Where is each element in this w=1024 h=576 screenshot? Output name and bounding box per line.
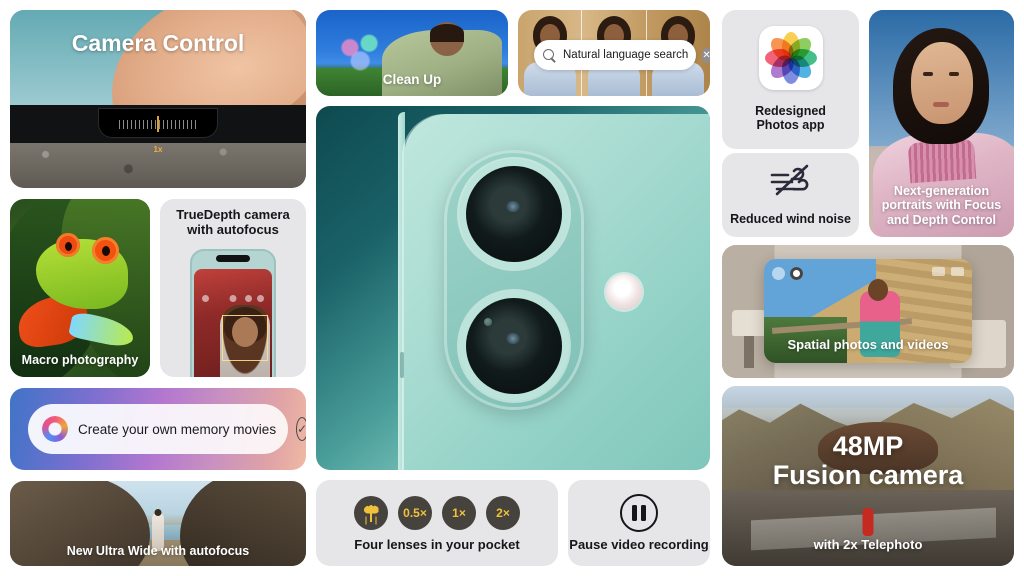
photos-petals	[764, 32, 817, 84]
caption-ultra-wide: New Ultra Wide with autofocus	[66, 543, 250, 558]
zoom-level-label: 1x	[153, 145, 163, 154]
card-photos-app[interactable]: Redesigned Photos app	[722, 10, 859, 149]
lens-button-macro[interactable]	[354, 496, 388, 530]
microphone-icon	[484, 318, 492, 326]
filters-icon[interactable]	[245, 295, 252, 302]
feature-grid: 1x Camera Control Macro photography True…	[0, 0, 1024, 576]
subject-collar	[907, 138, 977, 184]
subtitle-fusion-camera: with 2x Telephoto	[813, 537, 923, 552]
playback-controls-left[interactable]	[772, 267, 803, 280]
card-title-camera-control: Camera Control	[71, 30, 245, 56]
person-head	[868, 279, 888, 301]
card-portraits[interactable]: Next-generation portraits with Focus and…	[869, 10, 1014, 237]
caption-pause-recording: Pause video recording	[569, 536, 709, 552]
card-four-lenses[interactable]: 0.5× 1× 2× Four lenses in your pocket	[316, 480, 558, 566]
lens-button-2x[interactable]: 2×	[486, 496, 520, 530]
frog-pupil-right	[102, 246, 110, 256]
tulip-icon	[363, 505, 380, 522]
truedepth-line-1: TrueDepth camera	[176, 207, 290, 222]
memory-movies-text: Create your own memory movies	[78, 421, 277, 437]
wind-slash-icon	[770, 164, 808, 196]
sky-background	[722, 386, 1014, 408]
lens-button-1x[interactable]: 1×	[442, 496, 476, 530]
live-photo-icon[interactable]	[229, 295, 237, 302]
phone-mockup	[190, 249, 276, 377]
playback-controls-right[interactable]	[932, 267, 964, 276]
subject-lips	[933, 102, 949, 107]
card-camera-control[interactable]: 1x Camera Control	[10, 10, 306, 188]
lens-glint	[506, 200, 521, 212]
checkmark-circle-icon[interactable]: ✓	[296, 417, 306, 441]
label-truedepth: TrueDepth camera with autofocus	[160, 207, 306, 238]
search-icon	[543, 48, 556, 62]
label-photos-app: Redesigned Photos app	[722, 104, 859, 134]
caption-portraits: Next-generation portraits with Focus and…	[869, 184, 1014, 227]
phone-screen	[194, 269, 272, 377]
pause-bar	[641, 505, 646, 521]
fusion-title-line-2: Fusion camera	[772, 460, 964, 491]
camera-plateau	[444, 150, 584, 410]
pause-bar	[632, 505, 637, 521]
caption-four-lenses: Four lenses in your pocket	[354, 536, 520, 552]
zoom-slider-thumb[interactable]	[157, 116, 159, 132]
back-icon[interactable]	[772, 267, 785, 280]
flash-led	[606, 274, 642, 310]
subject-eye-right	[949, 72, 959, 76]
immersive-toggle-icon[interactable]	[790, 267, 803, 280]
settings-icon[interactable]	[257, 295, 264, 302]
card-truedepth-camera[interactable]: TrueDepth camera with autofocus	[160, 199, 306, 377]
pause-circle-icon[interactable]	[620, 494, 658, 532]
caption-macro: Macro photography	[21, 352, 139, 367]
lamp-base	[744, 334, 754, 368]
card-fusion-camera[interactable]: 48MP Fusion camera with 2x Telephoto	[722, 386, 1014, 566]
camera-lens-wide	[466, 166, 562, 262]
portraits-line-3: and Depth Control	[886, 212, 996, 227]
card-macro-photography[interactable]: Macro photography	[10, 199, 150, 377]
person-head	[154, 509, 162, 516]
title-fusion-camera: 48MP Fusion camera	[722, 431, 1014, 491]
card-ultra-wide[interactable]: New Ultra Wide with autofocus	[10, 481, 306, 566]
portraits-line-1: Next-generation	[893, 183, 990, 198]
card-wind-noise[interactable]: Reduced wind noise	[722, 153, 859, 237]
lens-selector[interactable]: 0.5× 1× 2×	[316, 496, 558, 530]
memory-movies-input[interactable]: Create your own memory movies ✓	[28, 404, 306, 454]
lamp-shade	[732, 310, 766, 336]
caption-clean-up: Clean Up	[382, 72, 442, 88]
portraits-line-2: portraits with Focus	[881, 198, 1002, 213]
siri-ring-icon	[42, 416, 68, 442]
search-input[interactable]: Natural language search ✕	[534, 40, 710, 70]
caption-spatial: Spatial photos and videos	[787, 337, 949, 353]
photos-app-icon[interactable]	[758, 26, 823, 90]
flash-icon[interactable]	[202, 295, 209, 302]
card-memory-movies[interactable]: Create your own memory movies ✓	[10, 388, 306, 470]
subject-face	[911, 42, 973, 124]
caption-wind-noise: Reduced wind noise	[730, 212, 851, 227]
photos-app-line-2: Photos app	[756, 118, 825, 133]
window-icon[interactable]	[932, 267, 945, 276]
card-iphone-hero[interactable]	[316, 106, 710, 470]
card-spatial-media[interactable]: Spatial photos and videos	[722, 245, 1014, 378]
search-query-text: Natural language search	[563, 49, 689, 61]
subject-eye-left	[923, 72, 933, 76]
truedepth-line-2: with autofocus	[187, 222, 279, 238]
card-pause-recording[interactable]: Pause video recording	[568, 480, 710, 566]
side-button	[400, 352, 404, 378]
card-clean-up[interactable]: Clean Up	[316, 10, 508, 96]
camera-lens-ultrawide	[466, 298, 562, 394]
card-natural-language-search[interactable]: Natural language search ✕	[518, 10, 710, 96]
lens-glint	[506, 332, 521, 344]
camera-toolbar	[200, 295, 266, 305]
frog-pupil-left	[65, 242, 72, 251]
dynamic-island	[216, 255, 250, 262]
fusion-title-line-1: 48MP	[832, 431, 904, 461]
photos-app-line-1: Redesigned	[755, 103, 826, 118]
person-hair	[430, 24, 464, 42]
lens-button-0.5x[interactable]: 0.5×	[398, 496, 432, 530]
person-figure	[862, 508, 874, 536]
more-options-icon[interactable]	[951, 267, 964, 276]
spatial-video-frame: Spatial photos and videos	[764, 259, 972, 363]
autofocus-box	[222, 315, 268, 361]
clear-icon[interactable]: ✕	[702, 47, 710, 63]
